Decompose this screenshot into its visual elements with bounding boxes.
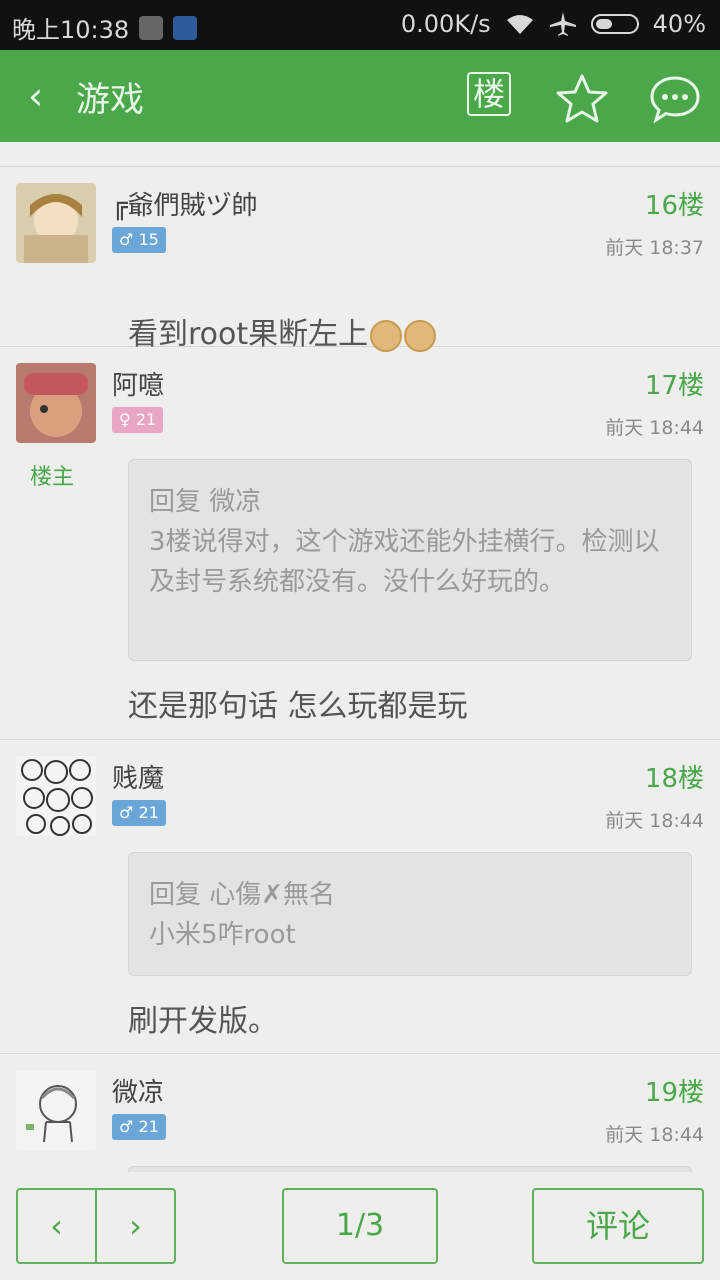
username[interactable]: 微凉 xyxy=(112,1072,164,1109)
page-indicator-button[interactable]: 1/3 xyxy=(282,1188,438,1264)
post-content: 还是那句话 怎么玩都是玩 xyxy=(128,689,468,724)
list-top-gap xyxy=(0,142,720,167)
notification-icon xyxy=(139,15,164,40)
top-bar: ‹ 游戏 楼 xyxy=(0,50,720,142)
avatar[interactable] xyxy=(16,363,96,443)
battery-level: 40% xyxy=(652,10,706,38)
quote-header: 回复 微凉 xyxy=(149,487,262,517)
floor-number: 17楼 xyxy=(644,371,704,401)
comment-button[interactable]: 评论 xyxy=(532,1188,704,1264)
chevron-left-icon[interactable]: ‹ xyxy=(28,74,64,118)
bottom-bar: ‹ › 1/3 评论 xyxy=(0,1172,720,1280)
avatar[interactable] xyxy=(16,1070,96,1150)
wifi-icon xyxy=(506,15,533,34)
network-speed: 0.00K/s xyxy=(400,10,491,38)
chat-bubble-icon[interactable] xyxy=(648,72,702,126)
post-list[interactable]: ╔爺們賊ヅ帥 ♂ 15 16楼 前天 18:37 看到root果断左上 阿噫 ♀… xyxy=(0,142,720,1172)
status-bar: 晚上10:38 0.00K/s 40% xyxy=(0,0,720,50)
quoted-reply[interactable]: 回复 微凉 3楼说得对，这个游戏还能外挂横行。检测以及封号系统都没有。没什么好玩… xyxy=(128,459,692,661)
airplane-icon xyxy=(549,12,576,36)
thread-host-label: 楼主 xyxy=(30,465,75,490)
star-icon[interactable] xyxy=(552,70,612,130)
avatar[interactable] xyxy=(16,756,96,836)
quoted-reply[interactable]: 回复 心傷✗無名 小米5咋root xyxy=(128,852,692,976)
previous-page-button[interactable]: ‹ xyxy=(18,1190,95,1262)
page-title: 游戏 xyxy=(76,80,144,120)
gender-level-badge: ♂ 21 xyxy=(112,1114,166,1140)
post-floor-16[interactable]: ╔爺們賊ヅ帥 ♂ 15 16楼 前天 18:37 看到root果断左上 xyxy=(0,167,720,352)
gender-level-badge: ♀ 21 xyxy=(112,407,164,433)
floor-number: 16楼 xyxy=(644,191,704,221)
page-pager: ‹ › xyxy=(16,1188,176,1264)
username[interactable]: 阿噫 xyxy=(112,365,164,402)
post-floor-19[interactable]: 微凉 ♂ 21 19楼 前天 18:44 xyxy=(0,1054,720,1172)
quote-text: 3楼说得对，这个游戏还能外挂横行。检测以及封号系统都没有。没什么好玩的。 xyxy=(149,527,660,597)
avatar[interactable] xyxy=(16,183,96,263)
status-time: 晚上10:38 xyxy=(12,16,130,44)
floor-number: 19楼 xyxy=(644,1078,704,1108)
username[interactable]: 贱魔 xyxy=(112,758,164,795)
quote-text: 小米5咋root xyxy=(149,920,296,950)
floor-button[interactable]: 楼 xyxy=(467,72,511,116)
gender-level-badge: ♂ 15 xyxy=(112,227,166,253)
next-page-button[interactable]: › xyxy=(95,1190,174,1262)
post-content: 刷开发版。 xyxy=(128,1004,278,1039)
gender-level-badge: ♂ 21 xyxy=(112,800,166,826)
post-time: 前天 18:37 xyxy=(605,237,704,259)
post-time: 前天 18:44 xyxy=(605,810,704,832)
post-floor-18[interactable]: 贱魔 ♂ 21 18楼 前天 18:44 回复 心傷✗無名 小米5咋root 刷… xyxy=(0,740,720,1054)
battery-icon xyxy=(590,14,639,34)
quote-header: 回复 心傷✗無名 xyxy=(149,880,336,910)
floor-number: 18楼 xyxy=(644,764,704,794)
post-floor-17[interactable]: 阿噫 ♀ 21 17楼 前天 18:44 楼主 回复 微凉 3楼说得对，这个游戏… xyxy=(0,347,720,740)
post-time: 前天 18:44 xyxy=(605,1124,704,1146)
post-time: 前天 18:44 xyxy=(605,417,704,439)
app-notification-icon xyxy=(173,15,198,40)
username[interactable]: ╔爺們賊ヅ帥 xyxy=(112,185,258,222)
